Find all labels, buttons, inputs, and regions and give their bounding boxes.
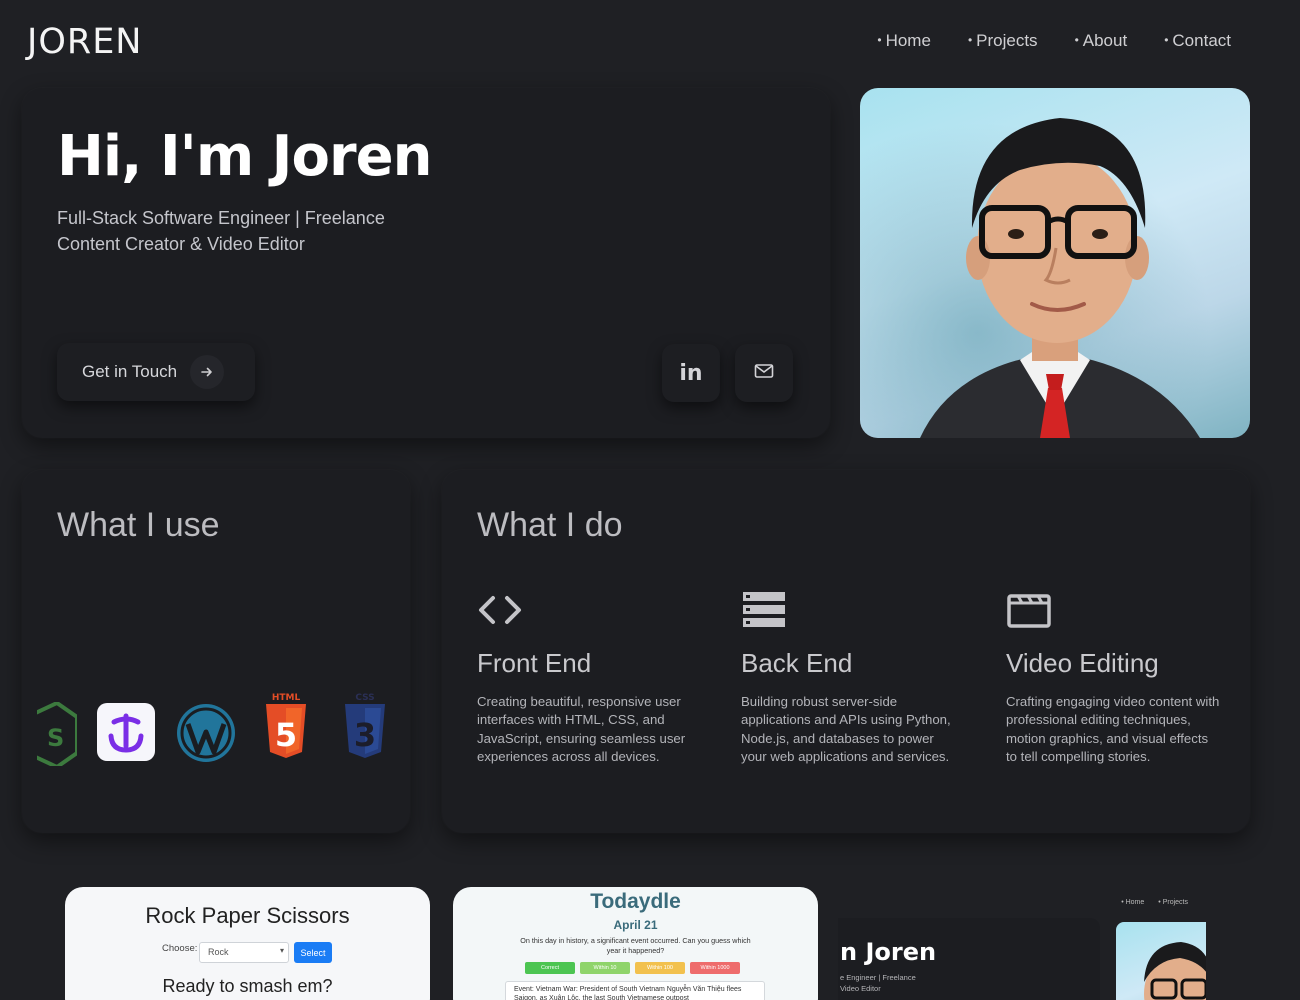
server-stack-icon	[741, 590, 956, 630]
hero-card: Hi, I'm Joren Full-Stack Software Engine…	[22, 88, 830, 438]
portfolio-preview-sub-line2: Video Editor	[840, 984, 881, 993]
service-video-editing-desc: Crafting engaging video content with pro…	[1006, 694, 1220, 765]
nav-projects-label: Projects	[976, 31, 1038, 50]
nav-projects[interactable]: • Projects	[968, 31, 1038, 51]
get-in-touch-label: Get in Touch	[82, 362, 178, 381]
tools-title: What I use	[57, 506, 220, 544]
service-back-end-desc: Building robust server-side applications…	[741, 694, 951, 765]
html5-glyph: 5	[275, 716, 297, 754]
portfolio-preview-hero: n Joren e Engineer | Freelance Video Edi…	[838, 918, 1100, 1000]
css3-icon: CSS 3	[342, 690, 388, 771]
css3-glyph: 3	[354, 716, 376, 754]
rps-choice-value: Rock	[208, 947, 229, 957]
mini-nav-home-label: Home	[1125, 899, 1145, 906]
legend-correct: Correct	[525, 962, 575, 974]
nav-bullet: •	[967, 33, 973, 47]
portfolio-preview-subtitle: e Engineer | Freelance Video Editor	[840, 972, 916, 994]
main-nav: • Home • Projects • About • Contact	[877, 31, 1231, 51]
hero-subtitle-line1: Full-Stack Software Engineer | Freelance	[57, 208, 385, 228]
project-card-rock-paper-scissors[interactable]: Rock Paper Scissors Choose: Rock ▾ Selec…	[65, 887, 430, 1000]
service-video-editing-title: Video Editing	[1006, 648, 1159, 678]
todaydle-intro: On this day in history, a significant ev…	[520, 936, 751, 955]
project-card-portfolio[interactable]: • Home • Projects n Joren e Engineer | F…	[838, 895, 1206, 1000]
portfolio-preview-nav: • Home • Projects	[1121, 899, 1188, 906]
project-card-todaydle[interactable]: Todaydle April 21 On this day in history…	[453, 887, 818, 1000]
legend-within-1000: Within 1000	[690, 962, 740, 974]
stripe-like-icon	[96, 702, 156, 767]
code-brackets-icon	[477, 590, 692, 630]
todaydle-date: April 21	[613, 918, 658, 932]
mail-icon	[754, 363, 774, 384]
mini-nav-item: • Projects	[1158, 899, 1188, 906]
nav-contact[interactable]: • Contact	[1164, 31, 1231, 51]
hero-subtitle: Full-Stack Software Engineer | Freelance…	[57, 205, 477, 257]
hero-title: Hi, I'm Joren	[57, 124, 432, 189]
todaydle-title: Todaydle	[590, 890, 681, 913]
wordpress-icon	[175, 702, 237, 769]
profile-photo	[860, 88, 1250, 438]
nodejs-icon: S	[25, 700, 79, 771]
services-card: What I do Front End Creating beautiful, …	[442, 470, 1250, 833]
portfolio-preview-photo	[1116, 922, 1206, 1000]
nav-bullet: •	[1164, 33, 1169, 47]
nav-about-label: About	[1082, 31, 1128, 50]
site-logo[interactable]: JOREN	[27, 22, 143, 62]
css3-label: CSS	[355, 693, 374, 703]
nav-home-label: Home	[885, 31, 931, 50]
portfolio-preview-title: n Joren	[840, 938, 937, 966]
service-back-end-title: Back End	[741, 648, 853, 678]
portfolio-preview-sub-line1: e Engineer | Freelance	[840, 973, 916, 982]
get-in-touch-button[interactable]: Get in Touch	[57, 343, 255, 401]
nav-contact-label: Contact	[1172, 31, 1231, 50]
rps-subtitle: Ready to smash em?	[162, 976, 333, 996]
hero-subtitle-line2: Content Creator & Video Editor	[57, 234, 305, 254]
service-front-end-title: Front End	[477, 648, 592, 678]
nodejs-glyph: S	[47, 724, 64, 752]
arrow-right-icon	[190, 355, 225, 389]
clapperboard-icon	[1006, 590, 1221, 630]
legend-within-10: Within 10	[580, 962, 630, 974]
mini-nav-projects-label: Projects	[1162, 899, 1188, 906]
rps-title: Rock Paper Scissors	[145, 903, 350, 928]
nav-bullet: •	[877, 33, 882, 47]
html5-icon: HTML 5	[263, 690, 309, 771]
nav-about[interactable]: • About	[1075, 31, 1128, 51]
nav-home[interactable]: • Home	[877, 31, 931, 51]
tools-marquee: S HTML 5 CSS 3	[25, 693, 407, 770]
service-back-end: Back End Building robust server-side app…	[741, 590, 956, 767]
email-button[interactable]	[735, 344, 793, 402]
linkedin-button[interactable]: in	[662, 344, 720, 402]
service-front-end-desc: Creating beautiful, responsive user inte…	[477, 694, 686, 765]
html5-label: HTML	[272, 693, 301, 703]
tools-card: What I use S HTML 5 CSS 3	[22, 470, 410, 833]
linkedin-icon: in	[679, 360, 703, 386]
todaydle-legend: Correct Within 10 Within 100 Within 1000	[525, 962, 740, 974]
legend-within-100: Within 100	[635, 962, 685, 974]
rps-select-button: Select	[294, 942, 332, 963]
service-video-editing: Video Editing Crafting engaging video co…	[1006, 590, 1221, 767]
service-front-end: Front End Creating beautiful, responsive…	[477, 590, 692, 767]
nav-bullet: •	[1074, 33, 1079, 47]
rps-choose-label: Choose:	[162, 943, 198, 954]
chevron-down-icon: ▾	[279, 946, 284, 955]
rps-choice-select: Rock ▾	[199, 942, 289, 963]
services-title: What I do	[477, 506, 623, 544]
mini-nav-item: • Home	[1121, 899, 1145, 906]
todaydle-event: Event: Vietnam War: President of South V…	[505, 981, 765, 1000]
